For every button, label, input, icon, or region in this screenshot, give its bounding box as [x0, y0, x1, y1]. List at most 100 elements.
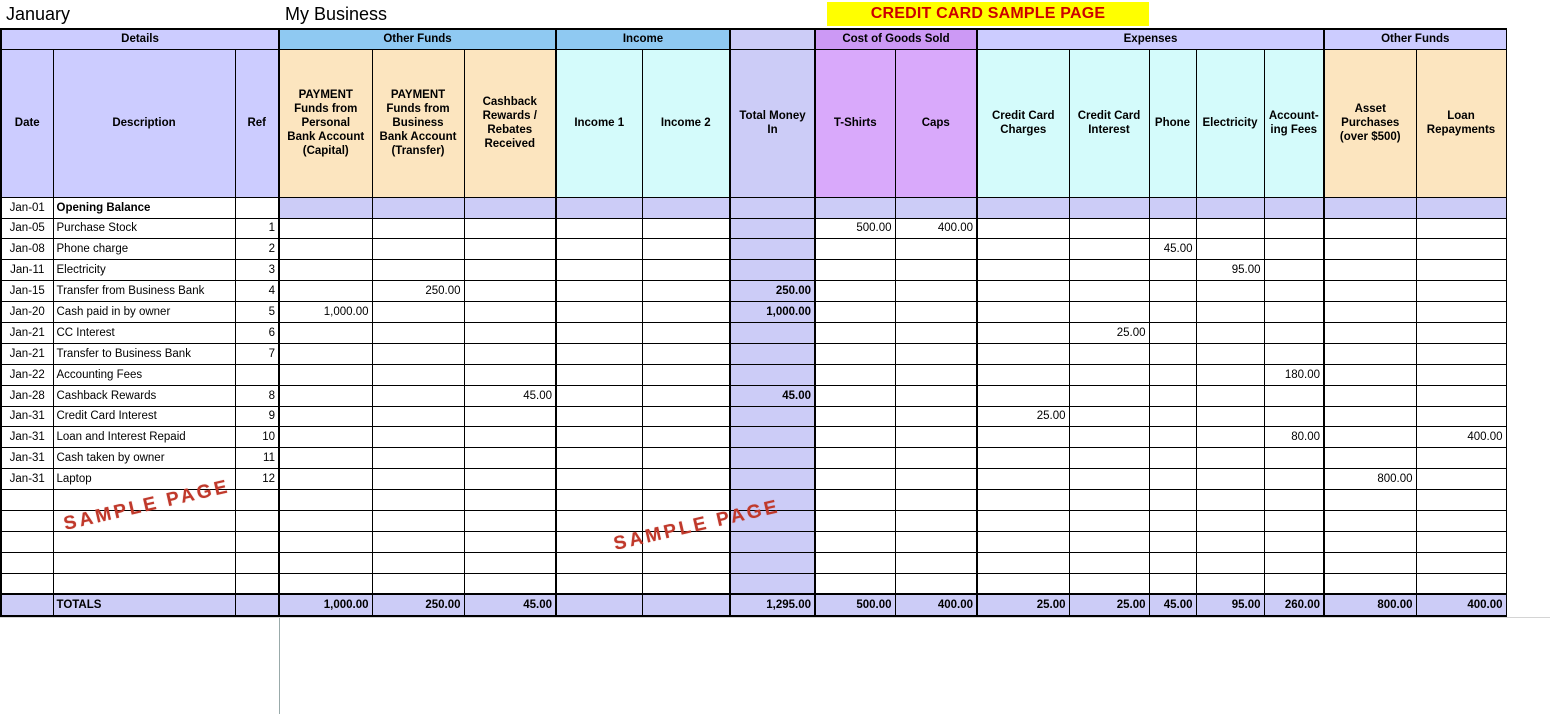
- cell-date[interactable]: [0, 509, 54, 532]
- cell-income2[interactable]: [641, 384, 731, 407]
- cell-loan[interactable]: [1415, 363, 1507, 386]
- cell-assets[interactable]: [1323, 426, 1417, 449]
- cell-accounting[interactable]: 180.00: [1263, 363, 1325, 386]
- cell-accounting[interactable]: [1263, 238, 1325, 261]
- cell-total-in[interactable]: 1,000.00: [729, 301, 816, 323]
- cell-ref[interactable]: 11: [234, 447, 280, 470]
- cell-cc-interest[interactable]: [1068, 405, 1150, 428]
- cell-accounting[interactable]: [1263, 196, 1325, 219]
- cell-description[interactable]: Accounting Fees: [52, 363, 236, 386]
- cell-pay-personal[interactable]: [278, 384, 373, 407]
- cell-tshirts[interactable]: [814, 551, 896, 574]
- cell-date[interactable]: [0, 530, 54, 553]
- cell-description[interactable]: Cash paid in by owner: [52, 301, 236, 323]
- cell-income1[interactable]: [555, 572, 643, 595]
- cell-assets[interactable]: [1323, 196, 1417, 219]
- cell-ref[interactable]: [234, 551, 280, 574]
- cell-loan[interactable]: [1415, 238, 1507, 261]
- cell-ref[interactable]: [234, 363, 280, 386]
- cell-caps[interactable]: [894, 384, 978, 407]
- cell-cashback[interactable]: [463, 447, 557, 470]
- cell-cc-charges[interactable]: [976, 301, 1070, 323]
- cell-pay-personal[interactable]: 1,000.00: [278, 301, 373, 323]
- cell-phone[interactable]: [1148, 384, 1197, 407]
- cell-caps[interactable]: [894, 342, 978, 365]
- cell-date[interactable]: [0, 572, 54, 595]
- cell-income1[interactable]: [555, 238, 643, 261]
- cell-description[interactable]: [52, 530, 236, 553]
- cell-caps[interactable]: [894, 259, 978, 282]
- cell-date[interactable]: Jan-28: [0, 384, 54, 407]
- cell-ref[interactable]: 3: [234, 259, 280, 282]
- cell-cc-interest[interactable]: [1068, 447, 1150, 470]
- cell-total-in[interactable]: [729, 321, 816, 344]
- cell-total-in[interactable]: 45.00: [729, 384, 816, 407]
- cell-date[interactable]: [0, 551, 54, 574]
- cell-cc-interest[interactable]: [1068, 384, 1150, 407]
- cell-electricity[interactable]: [1195, 468, 1265, 491]
- cell-phone[interactable]: [1148, 447, 1197, 470]
- cell-cc-charges[interactable]: [976, 572, 1070, 595]
- cell-cc-charges[interactable]: [976, 217, 1070, 240]
- cell-ref[interactable]: 7: [234, 342, 280, 365]
- cell-cashback[interactable]: [463, 196, 557, 219]
- cell-total-in[interactable]: [729, 509, 816, 532]
- cell-cc-interest[interactable]: [1068, 301, 1150, 323]
- cell-caps[interactable]: [894, 280, 978, 303]
- cell-accounting[interactable]: [1263, 447, 1325, 470]
- cell-ref[interactable]: 2: [234, 238, 280, 261]
- cell-cc-interest[interactable]: 25.00: [1068, 321, 1150, 344]
- cell-cc-charges[interactable]: [976, 196, 1070, 219]
- cell-pay-personal[interactable]: [278, 217, 373, 240]
- cell-income2[interactable]: [641, 196, 731, 219]
- cell-income1[interactable]: [555, 301, 643, 323]
- cell-electricity[interactable]: [1195, 447, 1265, 470]
- cell-pay-business[interactable]: [371, 363, 465, 386]
- cell-income2[interactable]: [641, 280, 731, 303]
- cell-cc-interest[interactable]: [1068, 426, 1150, 449]
- cell-phone[interactable]: [1148, 259, 1197, 282]
- cell-tshirts[interactable]: [814, 530, 896, 553]
- cell-total-in[interactable]: [729, 238, 816, 261]
- cell-total-in[interactable]: 250.00: [729, 280, 816, 303]
- cell-date[interactable]: Jan-31: [0, 447, 54, 470]
- cell-loan[interactable]: [1415, 530, 1507, 553]
- cell-tshirts[interactable]: [814, 426, 896, 449]
- cell-loan[interactable]: [1415, 468, 1507, 491]
- cell-assets[interactable]: [1323, 342, 1417, 365]
- cell-loan[interactable]: [1415, 259, 1507, 282]
- cell-accounting[interactable]: [1263, 551, 1325, 574]
- cell-income2[interactable]: [641, 217, 731, 240]
- cell-income2[interactable]: [641, 238, 731, 261]
- cell-cashback[interactable]: [463, 426, 557, 449]
- cell-accounting[interactable]: [1263, 384, 1325, 407]
- cell-assets[interactable]: [1323, 572, 1417, 595]
- cell-caps[interactable]: [894, 551, 978, 574]
- cell-income1[interactable]: [555, 509, 643, 532]
- cell-pay-business[interactable]: [371, 405, 465, 428]
- cell-description[interactable]: Electricity: [52, 259, 236, 282]
- cell-electricity[interactable]: [1195, 489, 1265, 511]
- cell-ref[interactable]: 9: [234, 405, 280, 428]
- cell-cashback[interactable]: [463, 572, 557, 595]
- cell-total-in[interactable]: [729, 530, 816, 553]
- cell-assets[interactable]: [1323, 363, 1417, 386]
- cell-date[interactable]: Jan-01: [0, 196, 54, 219]
- cell-cc-charges[interactable]: [976, 447, 1070, 470]
- cell-loan[interactable]: [1415, 572, 1507, 595]
- cell-income1[interactable]: [555, 405, 643, 428]
- cell-total-in[interactable]: [729, 572, 816, 595]
- cell-loan[interactable]: 400.00: [1415, 426, 1507, 449]
- cell-description[interactable]: Laptop: [52, 468, 236, 491]
- cell-cc-interest[interactable]: [1068, 509, 1150, 532]
- cell-date[interactable]: Jan-21: [0, 321, 54, 344]
- cell-income1[interactable]: [555, 447, 643, 470]
- cell-cashback[interactable]: [463, 259, 557, 282]
- cell-phone[interactable]: [1148, 301, 1197, 323]
- cell-income2[interactable]: [641, 259, 731, 282]
- cell-tshirts[interactable]: [814, 405, 896, 428]
- cell-income2[interactable]: [641, 321, 731, 344]
- cell-pay-personal[interactable]: [278, 259, 373, 282]
- cell-phone[interactable]: [1148, 468, 1197, 491]
- cell-date[interactable]: [0, 489, 54, 511]
